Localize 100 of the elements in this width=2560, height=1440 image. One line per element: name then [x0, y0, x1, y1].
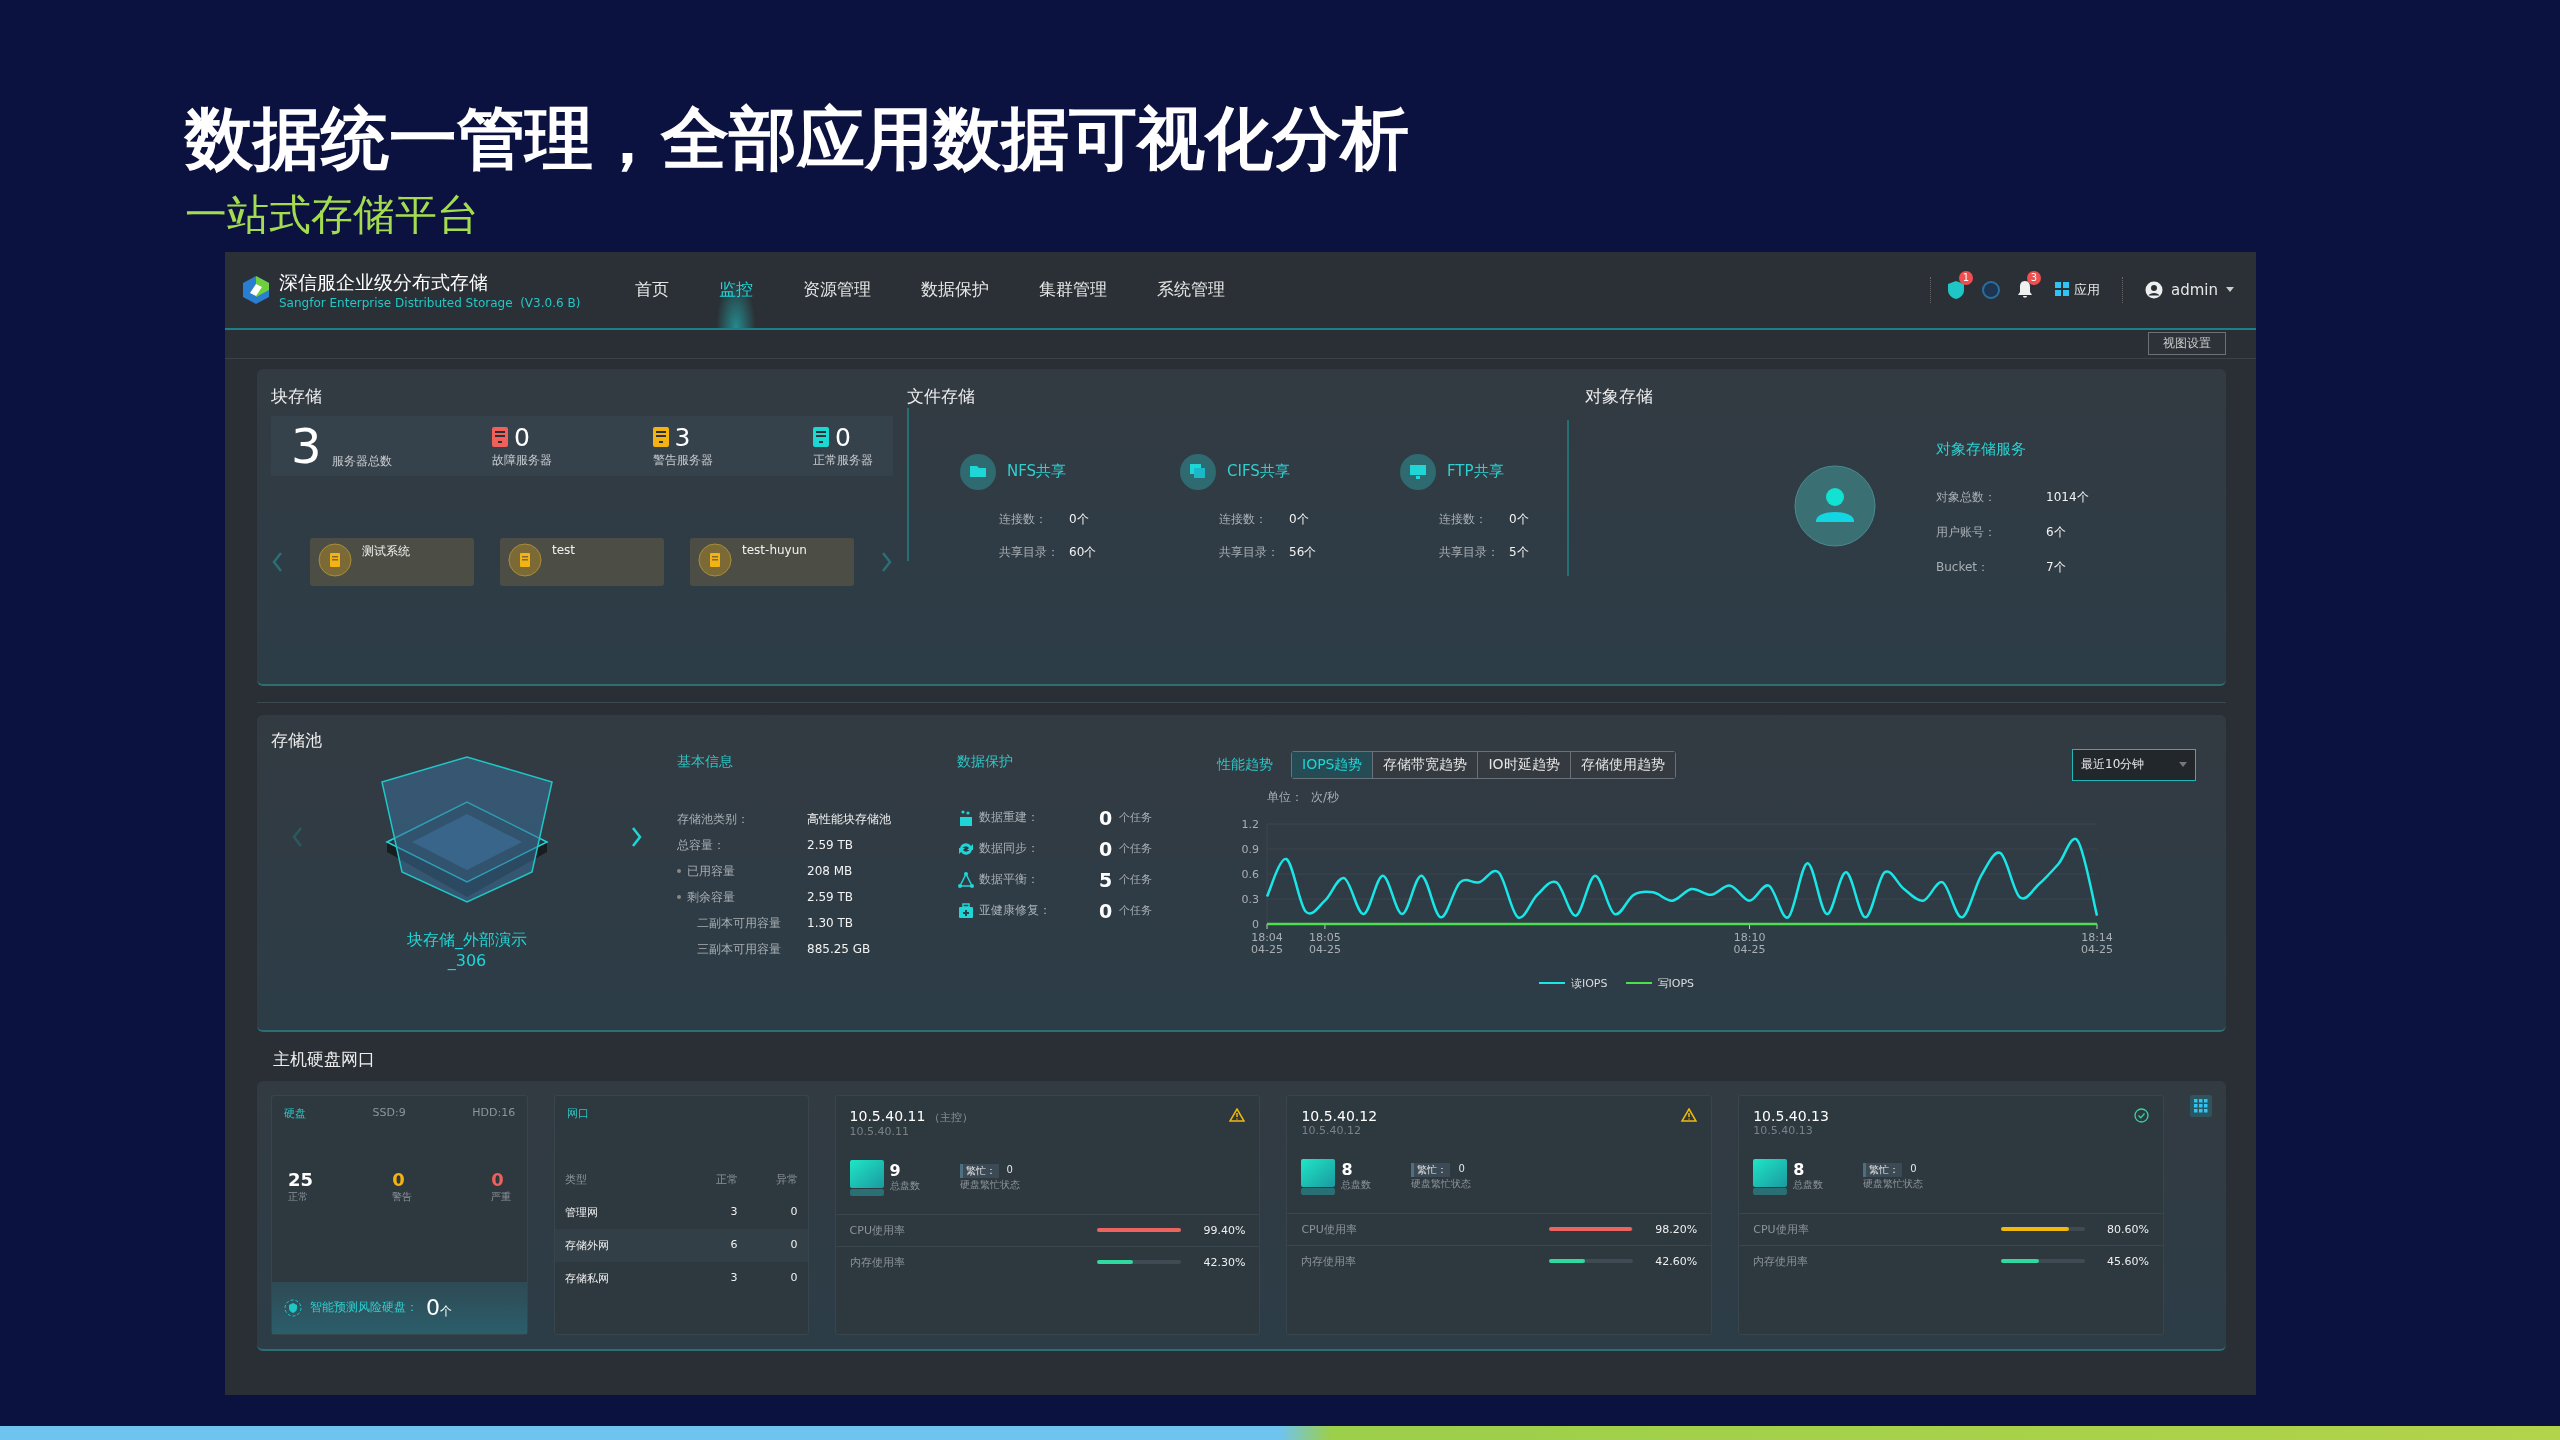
- meter-value: 42.60%: [1654, 1255, 1698, 1268]
- stat-label: 故障服务器: [492, 452, 553, 469]
- stat-label: 服务器总数: [331, 453, 392, 470]
- server-icon: [318, 543, 352, 577]
- task-count: 0: [1099, 900, 1114, 922]
- server-icon: [508, 543, 542, 577]
- sync-icon: [957, 840, 975, 858]
- node-ip: 10.5.40.12: [1301, 1108, 1378, 1124]
- shield-icon[interactable]: [1947, 280, 1965, 300]
- node-role: （主控）: [929, 1110, 974, 1125]
- pool-name: 块存储_外部演示_306: [406, 930, 528, 970]
- disk-icon: [849, 1160, 884, 1196]
- nav-tab[interactable]: 集群管理: [1025, 252, 1121, 328]
- server-total: 3: [291, 422, 322, 470]
- field-value: 1014个: [2046, 489, 2089, 506]
- circle-icon[interactable]: [1981, 280, 2001, 300]
- card-title: 硬盘: [284, 1106, 306, 1121]
- meter-value: 80.60%: [2106, 1223, 2149, 1236]
- axis-tick-label: 0.3: [1241, 893, 1259, 906]
- chart-tab[interactable]: IO时延趋势: [1478, 752, 1571, 778]
- busy-label: 繁忙：: [959, 1164, 999, 1178]
- service-title: 对象存储服务: [1936, 440, 2027, 459]
- task-count: 0: [1099, 807, 1114, 829]
- chart-tab[interactable]: IOPS趋势: [1292, 752, 1374, 778]
- field-label: 存储池类别：: [677, 811, 749, 828]
- count-label: 正常: [288, 1190, 309, 1204]
- node-address: 10.5.40.11: [848, 1125, 911, 1138]
- field-label: 剩余容量: [687, 889, 735, 906]
- column-title: 数据保护: [957, 753, 1014, 771]
- axis-tick-label: 0.9: [1241, 843, 1259, 856]
- stat-value: 0: [835, 423, 851, 452]
- system-card[interactable]: 测试系统: [310, 538, 474, 586]
- field-label: 数据同步：: [979, 840, 1040, 858]
- chart-tab[interactable]: 存储带宽趋势: [1373, 752, 1479, 778]
- view-settings-button[interactable]: 视图设置: [2148, 332, 2226, 356]
- monitor-icon: [1399, 453, 1437, 491]
- column-header: 正常: [714, 1172, 738, 1187]
- chart-tab[interactable]: 存储使用趋势: [1570, 752, 1675, 778]
- column-title: 基本信息: [677, 753, 734, 771]
- apps-button[interactable]: 应用: [2049, 280, 2106, 300]
- axis-tick-label: 0.6: [1241, 868, 1259, 881]
- column-header: 异常: [774, 1172, 798, 1187]
- logo-icon: [241, 275, 271, 305]
- notification-badge: 1: [1958, 271, 1973, 285]
- medkit-icon: [957, 902, 975, 920]
- unit-label: 个任务: [1119, 872, 1153, 888]
- user-avatar-icon: [1794, 465, 1876, 547]
- section-title: 块存储: [271, 385, 323, 408]
- field-label: 连接数：: [1439, 511, 1488, 528]
- busy-caption: 硬盘繁忙状态: [959, 1178, 1020, 1192]
- unit-label: 个任务: [1119, 903, 1153, 919]
- stat-value: 0: [514, 423, 530, 452]
- node-ip: 10.5.40.11: [849, 1108, 926, 1124]
- nav-tab[interactable]: 首页: [621, 252, 683, 328]
- system-card[interactable]: test-huyun: [690, 538, 854, 586]
- server-icon: [813, 427, 829, 448]
- triangle-nodes-icon: [957, 871, 975, 889]
- user-menu[interactable]: admin: [2139, 280, 2240, 300]
- field-label: 连接数：: [999, 511, 1048, 528]
- axis-tick-label: 18:14 04-25: [2081, 931, 2113, 956]
- field-label: 对象总数：: [1936, 489, 1997, 506]
- busy-value: 0: [1910, 1163, 1917, 1176]
- field-label: 数据平衡：: [979, 871, 1040, 889]
- field-value: 885.25 GB: [807, 942, 872, 957]
- disk-icon: [1753, 1159, 1788, 1195]
- field-label: 共享目录：: [1439, 544, 1500, 561]
- warning-icon: [1229, 1108, 1246, 1122]
- hdd-count: HDD:16: [472, 1106, 516, 1121]
- bucket-icon: [957, 809, 975, 827]
- nav-tab[interactable]: 数据保护: [907, 252, 1003, 328]
- caret-icon: [2179, 762, 2187, 768]
- field-label: 用户账号：: [1936, 524, 1997, 541]
- field-value: 7个: [2046, 559, 2067, 576]
- node-address: 10.5.40.12: [1300, 1124, 1362, 1137]
- busy-label: 繁忙：: [1863, 1163, 1903, 1177]
- meter-value: 98.20%: [1654, 1223, 1698, 1236]
- product-name: 深信服企业级分布式存储: [279, 270, 489, 295]
- grid-view-button[interactable]: [2190, 1095, 2212, 1117]
- warning-icon: [1681, 1108, 1698, 1122]
- server-icon: [492, 427, 509, 448]
- system-card[interactable]: test: [500, 538, 664, 586]
- share-name: FTP共享: [1447, 462, 1504, 482]
- check-circle-icon: [2134, 1108, 2149, 1123]
- field-label: 连接数：: [1219, 511, 1268, 528]
- chevron-right-icon[interactable]: [630, 826, 643, 848]
- time-range-dropdown[interactable]: 最近10分钟: [2072, 749, 2196, 781]
- ssd-count: SSD:9: [372, 1106, 406, 1121]
- nav-tab[interactable]: 资源管理: [789, 252, 885, 328]
- busy-value: 0: [1006, 1164, 1013, 1177]
- windows-stack-icon: [1179, 453, 1217, 491]
- bell-icon[interactable]: [2017, 280, 2033, 300]
- disk-total-label: 总盘数: [1341, 1178, 1372, 1192]
- legend-label: 写IOPS: [1657, 976, 1695, 991]
- unit-label: 个任务: [1119, 841, 1153, 857]
- unit-label: 个任务: [1119, 810, 1153, 826]
- legend-line: [1538, 982, 1565, 985]
- nav-tab[interactable]: 系统管理: [1143, 252, 1239, 328]
- node-address: 10.5.40.13: [1752, 1124, 1814, 1137]
- disk-count: 25: [288, 1169, 314, 1190]
- table-cell-text: 0: [789, 1238, 798, 1253]
